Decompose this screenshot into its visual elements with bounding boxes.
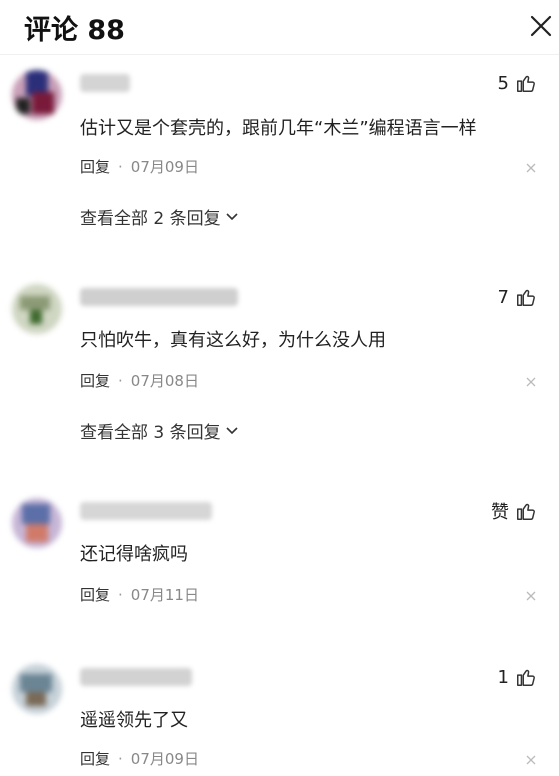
avatar[interactable] <box>12 284 62 334</box>
comment-meta: 回复 · 07月09日 <box>80 748 199 769</box>
view-all-replies-link[interactable]: 查看全部 2 条回复 <box>80 204 239 229</box>
chevron-down-icon <box>226 212 238 220</box>
reply-button[interactable]: 回复 <box>80 584 110 605</box>
meta-separator: · <box>118 157 123 176</box>
username-blurred[interactable] <box>80 668 192 686</box>
page-title: 评论 88 <box>24 15 125 46</box>
username-blurred[interactable] <box>80 502 212 520</box>
chevron-down-icon <box>226 426 238 434</box>
like-button[interactable]: 7 <box>498 284 537 310</box>
comment-meta: 回复 · 07月11日 <box>80 584 199 605</box>
dismiss-icon[interactable] <box>525 376 537 388</box>
meta-separator: · <box>118 585 123 604</box>
like-count: 赞 <box>491 502 509 523</box>
username-blurred[interactable] <box>80 74 130 92</box>
dismiss-icon[interactable] <box>525 754 537 766</box>
like-count: 7 <box>497 286 509 308</box>
view-all-replies-label: 查看全部 3 条回复 <box>80 423 221 443</box>
comment-text: 遥遥领先了又 <box>80 710 188 731</box>
close-icon[interactable] <box>528 13 554 39</box>
thumbs-up-icon <box>517 289 535 306</box>
comment-text: 还记得啥疯吗 <box>80 544 188 565</box>
like-count: 1 <box>497 666 509 688</box>
avatar[interactable] <box>12 498 62 548</box>
thumbs-up-icon <box>517 503 535 520</box>
header-divider <box>0 54 559 55</box>
reply-button[interactable]: 回复 <box>80 748 110 769</box>
comment-text: 估计又是个套壳的，跟前几年“木兰”编程语言一样 <box>80 118 477 139</box>
comment-meta: 回复 · 07月09日 <box>80 156 199 177</box>
comment-date: 07月09日 <box>130 750 199 768</box>
meta-separator: · <box>118 371 123 390</box>
reply-button[interactable]: 回复 <box>80 156 110 177</box>
comment-date: 07月11日 <box>130 586 199 604</box>
avatar[interactable] <box>12 664 62 714</box>
thumbs-up-icon <box>517 75 535 92</box>
view-all-replies-label: 查看全部 2 条回复 <box>80 209 221 229</box>
username-blurred[interactable] <box>80 288 238 306</box>
view-all-replies-link[interactable]: 查看全部 3 条回复 <box>80 418 239 443</box>
comments-header: 评论 88 <box>0 0 559 54</box>
thumbs-up-icon <box>517 669 535 686</box>
comment-meta: 回复 · 07月08日 <box>80 370 199 391</box>
dismiss-icon[interactable] <box>525 162 537 174</box>
comment-text: 只怕吹牛，真有这么好，为什么没人用 <box>80 330 386 351</box>
avatar[interactable] <box>12 70 62 120</box>
like-count: 5 <box>497 72 509 94</box>
reply-button[interactable]: 回复 <box>80 370 110 391</box>
like-button[interactable]: 5 <box>498 70 537 96</box>
dismiss-icon[interactable] <box>525 590 537 602</box>
comment-date: 07月09日 <box>130 158 199 176</box>
like-button[interactable]: 1 <box>498 664 537 690</box>
meta-separator: · <box>118 749 123 768</box>
comment-date: 07月08日 <box>130 372 199 390</box>
like-button[interactable]: 赞 <box>491 498 537 524</box>
